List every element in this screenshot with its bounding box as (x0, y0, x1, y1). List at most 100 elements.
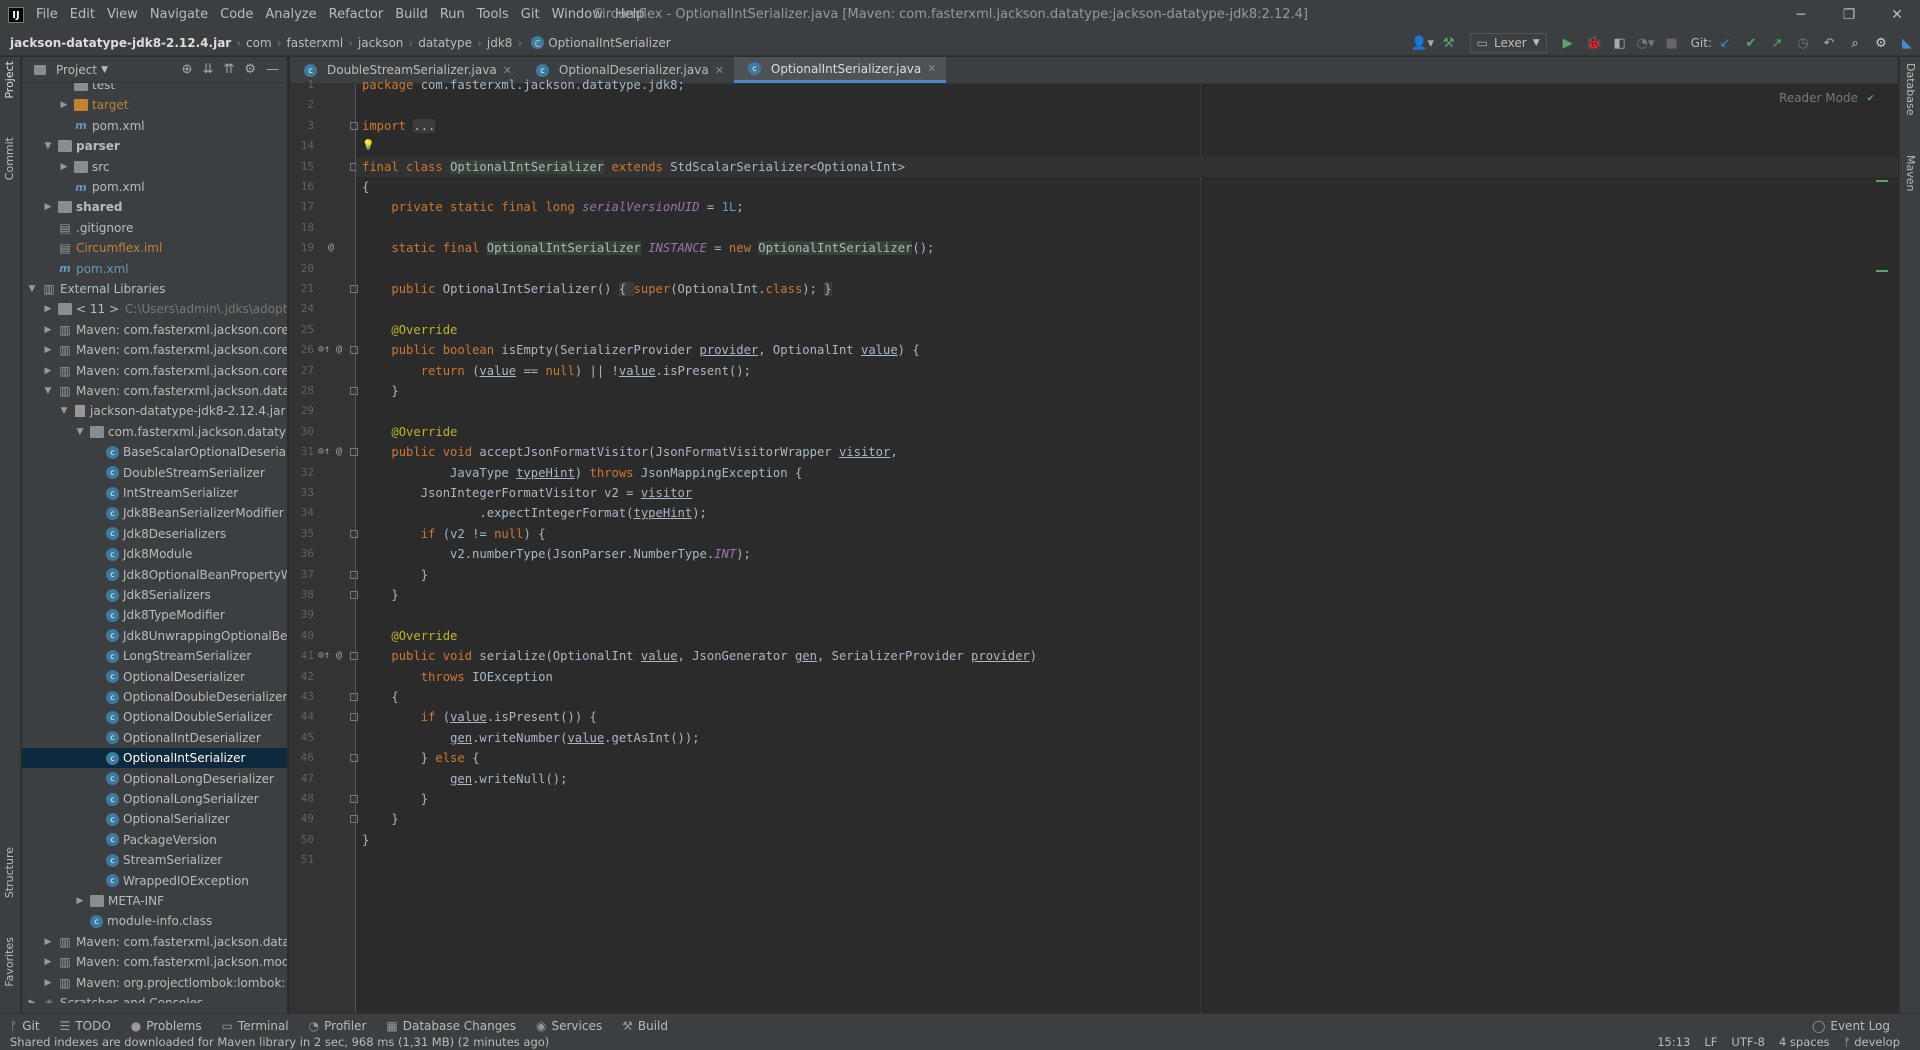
menu-code[interactable]: Code (214, 0, 259, 30)
tree-item[interactable]: c OptionalLongSerializer (22, 789, 287, 809)
chevron-right-icon[interactable]: ▶ (42, 325, 54, 335)
ide-update-icon[interactable]: ◣ (1894, 32, 1920, 54)
code-line[interactable]: final class OptionalIntSerializer extend… (362, 157, 905, 177)
debug-icon[interactable]: 🐞 (1581, 32, 1607, 54)
override-marker-icon[interactable]: @ (328, 238, 334, 258)
hide-panel-icon[interactable]: — (266, 62, 279, 77)
git-update-icon[interactable]: ↙ (1712, 32, 1738, 54)
tree-item[interactable]: ▶ ▥ Maven: org.projectlombok:lombok:1.18 (22, 973, 287, 993)
breadcrumb-item[interactable]: datatype (418, 36, 472, 50)
tree-item[interactable]: m pom.xml (22, 259, 287, 279)
tree-item[interactable]: ▶ src (22, 157, 287, 177)
fold-toggle-icon[interactable] (350, 591, 358, 599)
tree-item[interactable]: c OptionalIntSerializer (22, 748, 287, 769)
user-icon[interactable]: 👤▾ (1410, 32, 1436, 54)
tree-item[interactable]: c OptionalIntDeserializer (22, 728, 287, 748)
fold-toggle-icon[interactable] (350, 387, 358, 395)
close-tab-icon[interactable]: ✕ (927, 62, 936, 75)
search-icon[interactable]: ⌕ (1842, 32, 1868, 54)
tree-item[interactable]: c StreamSerializer (22, 850, 287, 870)
stop-icon[interactable]: ■ (1659, 32, 1685, 54)
code-line[interactable]: static final OptionalIntSerializer INSTA… (362, 238, 934, 258)
code-line[interactable]: } (362, 381, 398, 401)
tree-item[interactable]: ▶ target (22, 95, 287, 115)
menu-navigate[interactable]: Navigate (144, 0, 214, 30)
fold-toggle-icon[interactable] (350, 448, 358, 457)
status-message[interactable]: Shared indexes are downloaded for Maven … (10, 1035, 549, 1049)
tree-item[interactable]: c Jdk8Serializers (22, 585, 287, 605)
tree-item[interactable]: ▤ .gitignore (22, 218, 287, 238)
lightbulb-icon[interactable]: 💡 (362, 136, 374, 156)
fold-toggle-icon[interactable] (350, 652, 358, 661)
code-line[interactable]: gen.writeNumber(value.getAsInt()); (362, 728, 699, 748)
fold-toggle-icon[interactable] (350, 795, 358, 803)
menu-git[interactable]: Git (515, 0, 546, 30)
tree-item[interactable]: ▶ shared (22, 197, 287, 217)
breadcrumb-item[interactable]: com (246, 36, 272, 50)
expand-all-icon[interactable]: ⇊ (203, 62, 214, 77)
tree-item[interactable]: c BaseScalarOptionalDeserializ (22, 442, 287, 462)
code-editor[interactable]: 1 2 3 14 15 16 17 18 19 @20 21 24 25 26 ⊙↑ @ 27 28 29 30 31… (290, 78, 1898, 1013)
tree-item[interactable]: c OptionalLongDeserializer (22, 769, 287, 789)
code-line[interactable]: package com.fasterxml.jackson.datatype.j… (362, 75, 685, 95)
code-line[interactable]: public OptionalIntSerializer() { super(O… (362, 279, 832, 299)
tree-item[interactable]: test (22, 83, 287, 95)
commit-tool-tab[interactable]: Commit (3, 137, 16, 180)
chevron-down-icon[interactable]: ▼ (42, 141, 54, 151)
tool-tab-profiler[interactable]: ◔ Profiler (299, 1019, 377, 1033)
chevron-right-icon[interactable]: ▶ (42, 937, 54, 947)
code-line[interactable]: gen.writeNull(); (362, 769, 567, 789)
override-marker-icon[interactable]: ⊙↑ @ (318, 442, 342, 462)
file-encoding[interactable]: UTF-8 (1731, 1035, 1765, 1049)
tree-item[interactable]: c Jdk8Module (22, 544, 287, 564)
minimize-button[interactable]: ─ (1778, 0, 1824, 30)
chevron-right-icon[interactable]: ▶ (42, 304, 54, 314)
breadcrumb-file[interactable]: OptionalIntSerializer (548, 36, 671, 50)
maven-tool-tab[interactable]: Maven (1904, 155, 1917, 191)
fold-toggle-icon[interactable] (350, 570, 358, 579)
gear-icon[interactable]: ⚙ (244, 62, 256, 77)
tree-item[interactable]: c DoubleStreamSerializer (22, 463, 287, 483)
coverage-icon[interactable]: ◧ (1607, 32, 1633, 54)
menu-file[interactable]: File (30, 0, 64, 30)
fold-toggle-icon[interactable] (350, 121, 358, 130)
code-line[interactable]: public boolean isEmpty(SerializerProvide… (362, 340, 919, 360)
fold-toggle-icon[interactable] (350, 285, 358, 293)
tree-item[interactable]: ▼ ▥ Maven: com.fasterxml.jackson.datatyp (22, 381, 287, 401)
fold-toggle-icon[interactable] (350, 815, 358, 824)
menu-view[interactable]: View (101, 0, 144, 30)
code-line[interactable]: private static final long serialVersionU… (362, 197, 743, 217)
menu-refactor[interactable]: Refactor (323, 0, 390, 30)
code-line[interactable]: } (362, 809, 398, 829)
code-line[interactable]: } (362, 585, 398, 605)
code-line[interactable]: } else { (362, 748, 480, 768)
git-branch[interactable]: ᚠ develop (1844, 1035, 1900, 1049)
line-separator[interactable]: LF (1704, 1035, 1717, 1049)
code-line[interactable]: } (362, 830, 369, 850)
tree-item[interactable]: c OptionalDeserializer (22, 667, 287, 687)
inspection-ok-icon[interactable]: ✔ (1867, 91, 1874, 104)
tool-tab-git[interactable]: ᚠ Git (0, 1019, 50, 1033)
chevron-down-icon[interactable]: ▼ (26, 284, 38, 294)
tree-item[interactable]: c OptionalSerializer (22, 809, 287, 829)
tree-item[interactable]: c IntStreamSerializer (22, 483, 287, 503)
tree-item[interactable]: ▶ ▥ Maven: com.fasterxml.jackson.core:jac (22, 340, 287, 360)
chevron-right-icon[interactable]: ▶ (58, 100, 70, 110)
code-line[interactable]: { (362, 687, 398, 707)
run-icon[interactable]: ▶ (1555, 32, 1581, 54)
tree-item[interactable]: c Jdk8Deserializers (22, 524, 287, 544)
tree-item[interactable]: ▶ < 11 > C:\Users\admin\.jdks\adopt-op (22, 299, 287, 319)
chevron-right-icon[interactable]: ▶ (42, 202, 54, 212)
tree-item[interactable]: c OptionalDoubleDeserializer (22, 687, 287, 707)
code-line[interactable]: JsonIntegerFormatVisitor v2 = visitor (362, 483, 693, 503)
tree-item[interactable]: ▶ ◈ Scratches and Consoles (22, 993, 287, 1003)
tree-item[interactable]: ▶ META-INF (22, 891, 287, 911)
tree-item[interactable]: c Jdk8UnwrappingOptionalBea (22, 626, 287, 646)
code-line[interactable]: JavaType typeHint) throws JsonMappingExc… (362, 463, 802, 483)
event-log-tab[interactable]: ◯ Event Log (1802, 1019, 1920, 1033)
tree-item[interactable]: c OptionalDoubleSerializer (22, 707, 287, 727)
chevron-right-icon[interactable]: ▶ (42, 366, 54, 376)
indent-setting[interactable]: 4 spaces (1779, 1035, 1830, 1049)
rollback-icon[interactable]: ↶ (1816, 32, 1842, 54)
tree-item[interactable]: m pom.xml (22, 116, 287, 136)
